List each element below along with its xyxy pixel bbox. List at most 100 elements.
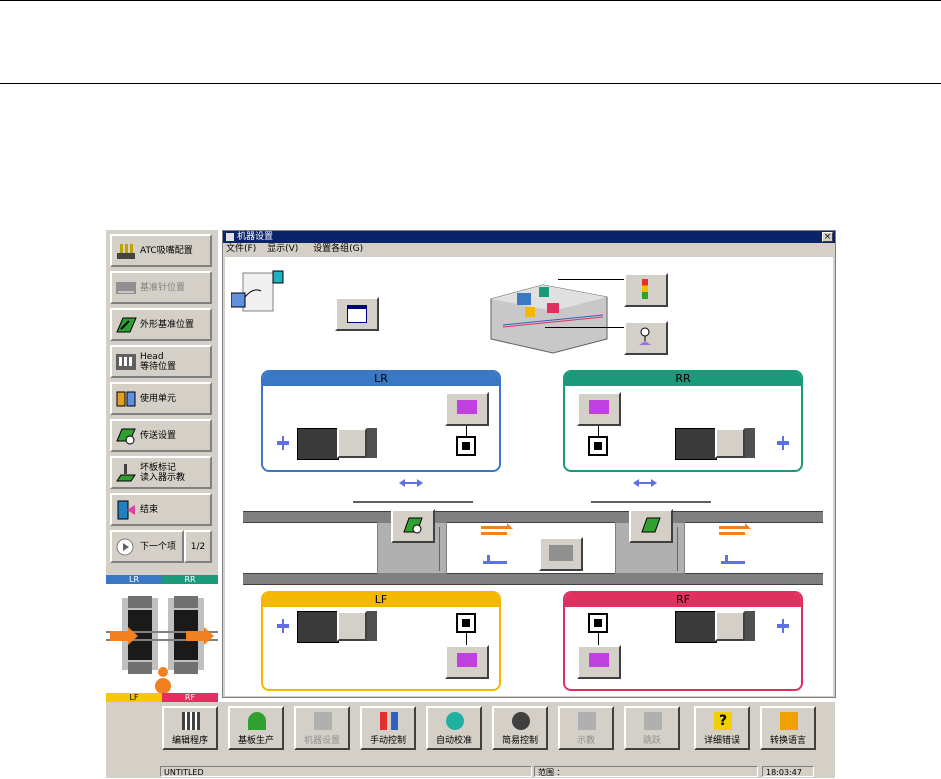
menu-file[interactable]: 文件(F)	[226, 244, 256, 254]
lr-feeder-tab[interactable]	[367, 428, 377, 458]
panel-lr-title: LR	[263, 372, 499, 386]
bad-mark-reader-teach-label: 坏板标记 读入器示教	[140, 462, 186, 483]
board-outline-icon	[640, 516, 662, 534]
rf-connector-line	[598, 633, 599, 645]
right-head-beam	[591, 501, 711, 503]
exit-button[interactable]: 结束	[110, 493, 212, 526]
rr-feeder-bank[interactable]	[675, 428, 717, 460]
nozzle-pad-icon	[589, 653, 609, 667]
rr-connector-line	[598, 426, 599, 436]
conveyor-width-arrow-left-icon	[399, 479, 423, 487]
menu-group-settings[interactable]: 设置各组(G)	[313, 244, 363, 254]
machine-info-button[interactable]	[335, 297, 379, 331]
manual-control-button[interactable]: 手动控制	[360, 706, 416, 750]
rf-feeder-tab[interactable]	[745, 611, 755, 641]
right-board-in-arrow-icon	[719, 523, 751, 535]
nozzle-pad-icon	[457, 653, 477, 667]
nozzle-pad-icon	[589, 400, 609, 414]
sensor-setup-button[interactable]	[624, 321, 668, 355]
panel-rf-title: RF	[565, 593, 801, 607]
use-unit-button[interactable]: 使用单元	[110, 382, 212, 415]
switch-language-label: 转换语言	[769, 736, 806, 746]
lf-nozzle-button[interactable]	[445, 645, 489, 679]
panel-lf: LF	[261, 591, 501, 691]
atc-nozzle-config-button[interactable]: ATC吸嘴配置	[110, 234, 212, 267]
unit-icon	[115, 389, 137, 409]
panel-lf-title: LF	[263, 593, 499, 607]
jump-label: 跳跃	[642, 736, 661, 746]
reference-pin-position-button[interactable]: 基准针位置	[110, 271, 212, 304]
close-icon: ×	[823, 232, 832, 242]
machine-top-view-graphic	[106, 596, 218, 694]
head-wait-position-button[interactable]: Head 等待位置	[110, 345, 212, 378]
menu-view[interactable]: 显示(V)	[267, 244, 298, 254]
left-conveyor-button[interactable]	[391, 509, 435, 543]
board-production-label: 基板生产	[237, 736, 274, 746]
diagram-lr-label: LR	[106, 575, 162, 584]
bad-mark-reader-teach-button[interactable]: 坏板标记 读入器示教	[110, 456, 212, 489]
simple-control-button[interactable]: 简易控制	[492, 706, 548, 750]
rf-position-marker[interactable]	[588, 613, 608, 633]
machine-setup-label: 机器设置	[303, 736, 340, 746]
auto-calibration-button[interactable]: 自动校准	[426, 706, 482, 750]
page-indicator-button[interactable]: 1/2	[184, 530, 212, 563]
rr-nozzle-button[interactable]	[577, 392, 621, 426]
rr-feeder-slot[interactable]	[715, 428, 745, 458]
machine-setup-icon	[314, 712, 332, 730]
lf-feeder-bank[interactable]	[297, 611, 339, 643]
conveyor-hand-icon	[402, 516, 424, 534]
lf-connector-line	[466, 633, 467, 645]
head-layout-diagram: LR RR LF RF	[106, 575, 218, 702]
error-detail-label: 详细错误	[703, 736, 740, 746]
nozzle-icon	[115, 241, 137, 261]
jump-button[interactable]: 跳跃	[624, 706, 680, 750]
conveyor-setting-button[interactable]: 传送设置	[110, 419, 212, 452]
manual-control-label: 手动控制	[369, 736, 406, 746]
nozzle-pad-icon	[457, 400, 477, 414]
rf-nozzle-button[interactable]	[577, 645, 621, 679]
board-outline-icon	[115, 315, 137, 335]
rf-feeder-bank[interactable]	[675, 611, 717, 643]
rf-feeder-slot[interactable]	[715, 611, 745, 641]
board-production-button[interactable]: 基板生产	[228, 706, 284, 750]
edit-program-icon	[182, 712, 200, 730]
switch-language-button[interactable]: 转换语言	[760, 706, 816, 750]
window-close-button[interactable]: ×	[822, 232, 833, 242]
rr-position-marker[interactable]	[588, 436, 608, 456]
lr-arrow-icon	[277, 436, 289, 450]
lr-feeder-slot[interactable]	[337, 428, 367, 458]
status-program-name: UNTITLED	[160, 766, 532, 777]
play-circle-icon	[115, 537, 137, 557]
lr-feeder-bank[interactable]	[297, 428, 339, 460]
signal-tower-leader	[558, 279, 624, 280]
teach-button[interactable]: 示教	[558, 706, 614, 750]
lr-position-marker[interactable]	[456, 436, 476, 456]
conveyor-rail-front	[243, 573, 823, 585]
signal-tower-button[interactable]	[624, 273, 668, 307]
teach-icon	[578, 712, 596, 730]
panel-lr: LR	[261, 370, 501, 472]
left-board-in-arrow-icon	[481, 523, 513, 535]
diagram-lf-label: LF	[106, 693, 162, 702]
conveyor-hand-icon	[115, 426, 137, 446]
next-item-button[interactable]: 下一个项	[110, 530, 184, 563]
signal-tower-icon	[642, 279, 648, 299]
production-icon	[248, 712, 266, 730]
lr-nozzle-button[interactable]	[445, 392, 489, 426]
lf-position-marker[interactable]	[456, 613, 476, 633]
outline-reference-position-button[interactable]: 外形基准位置	[110, 308, 212, 341]
machine-setup-button[interactable]: 机器设置	[294, 706, 350, 750]
auto-calibrate-icon	[446, 712, 464, 730]
lf-feeder-tab[interactable]	[367, 611, 377, 641]
next-item-label: 下一个项	[140, 541, 177, 552]
sensor-probe-icon	[638, 327, 652, 347]
auto-calibration-label: 自动校准	[435, 736, 472, 746]
bad-mark-icon	[115, 463, 137, 483]
header-rule	[0, 83, 941, 84]
right-conveyor-button[interactable]	[629, 509, 673, 543]
edit-program-button[interactable]: 编辑程序	[162, 706, 218, 750]
error-detail-button[interactable]: ? 详细错误	[694, 706, 750, 750]
center-transfer-button[interactable]	[539, 537, 583, 571]
rr-feeder-tab[interactable]	[745, 428, 755, 458]
lf-feeder-slot[interactable]	[337, 611, 367, 641]
